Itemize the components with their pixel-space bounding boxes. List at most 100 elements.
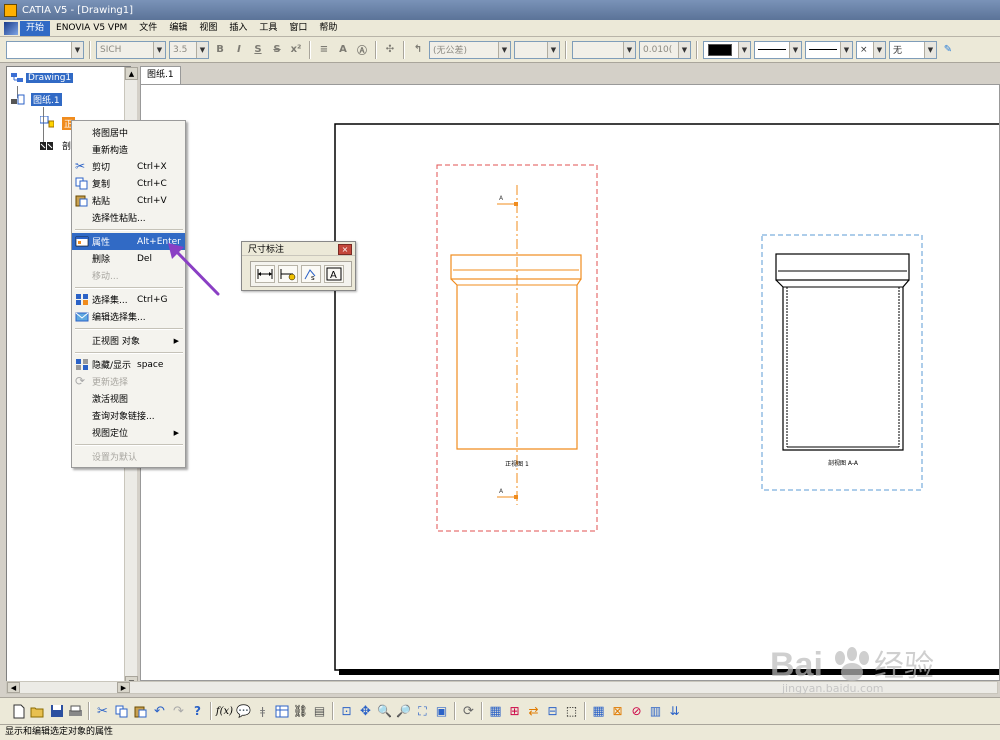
network-icon[interactable]: ⛓ [292, 703, 309, 720]
chevron-down-icon[interactable]: ▼ [738, 41, 750, 58]
catia-logo-icon[interactable] [4, 21, 18, 35]
annotation-button[interactable]: A [324, 265, 344, 283]
update-icon[interactable]: ⟳ [460, 703, 477, 720]
comment-icon[interactable]: 💬 [235, 703, 252, 720]
redo-icon[interactable]: ↷ [170, 703, 187, 720]
symbol-icon[interactable]: ✣ [382, 42, 398, 58]
paste-icon[interactable] [132, 703, 149, 720]
font-name-combo[interactable]: SICH ▼ [96, 40, 166, 59]
tree-node-front-view[interactable]: 正 [40, 113, 76, 130]
tree-node-sheet[interactable]: 图纸.1 [11, 93, 62, 106]
menu-item-center-graph[interactable]: 将图居中 [72, 124, 185, 141]
menu-item-activate-view[interactable]: 激活视图 [72, 390, 185, 407]
dimension-button[interactable] [255, 265, 275, 283]
scroll-left-icon[interactable]: ◀ [7, 682, 20, 693]
zoom-in-icon[interactable]: 🔍 [376, 703, 393, 720]
tools-palette-icon[interactable]: ▥ [647, 703, 664, 720]
section-view[interactable]: 剖视图 A-A [761, 234, 923, 491]
zoom-out-icon[interactable]: 🔎 [395, 703, 412, 720]
menu-item-view-positioning[interactable]: 视图定位 ▶ [72, 424, 185, 441]
menu-start[interactable]: 开始 [20, 20, 51, 36]
precision-combo[interactable]: 0.010(▼ [639, 40, 691, 59]
menu-item-hide-show[interactable]: 隐藏/显示 space [72, 356, 185, 373]
chevron-down-icon[interactable]: ▼ [873, 41, 885, 58]
superscript-icon[interactable]: x² [288, 42, 304, 58]
scroll-up-icon[interactable]: ▲ [125, 67, 138, 80]
numeric-format-combo[interactable]: ▼ [572, 40, 636, 59]
line-color-combo[interactable]: ▼ [703, 40, 751, 59]
dimension-tool-icon[interactable]: ↰ [410, 42, 426, 58]
menu-item-copy[interactable]: 复制 Ctrl+C [72, 175, 185, 192]
tolerance-value-combo[interactable]: ▼ [514, 40, 560, 59]
filter-icon[interactable]: ⇊ [666, 703, 683, 720]
view-normal-icon[interactable]: ▣ [433, 703, 450, 720]
bold-icon[interactable]: B [212, 42, 228, 58]
chevron-down-icon[interactable]: ▼ [498, 41, 510, 58]
text-frame-icon[interactable]: A [335, 42, 351, 58]
menu-window[interactable]: 窗口 [283, 21, 313, 36]
chevron-down-icon[interactable]: ▼ [789, 41, 801, 58]
close-icon[interactable]: × [338, 244, 352, 255]
underline-icon[interactable]: S [250, 42, 266, 58]
menu-insert[interactable]: 插入 [223, 21, 253, 36]
dimension-analysis-icon[interactable]: ⊞ [506, 703, 523, 720]
line-thickness-combo[interactable]: ▼ [754, 40, 802, 59]
strikethrough-icon[interactable]: S [269, 42, 285, 58]
chevron-down-icon[interactable]: ▼ [153, 41, 165, 58]
catalog-icon[interactable]: ▤ [311, 703, 328, 720]
menu-item-cut[interactable]: ✂ 剪切 Ctrl+X [72, 158, 185, 175]
chevron-down-icon[interactable]: ▼ [840, 41, 852, 58]
italic-icon[interactable]: I [231, 42, 247, 58]
tolerance-combo[interactable]: (无公差) ▼ [429, 40, 511, 59]
snap-grid-icon[interactable]: ▦ [590, 703, 607, 720]
menu-tools[interactable]: 工具 [253, 21, 283, 36]
analysis-display-icon[interactable]: ⊘ [628, 703, 645, 720]
undo-icon[interactable]: ↶ [151, 703, 168, 720]
menu-item-query-links[interactable]: 查询对象链接... [72, 407, 185, 424]
chevron-down-icon[interactable]: ▼ [71, 41, 83, 58]
drawing-canvas[interactable]: A A 正视图 1 剖视图 A-A [140, 84, 1000, 681]
menu-item-paste[interactable]: 粘贴 Ctrl+V [72, 192, 185, 209]
new-file-icon[interactable] [10, 703, 27, 720]
constraint-icon[interactable]: ⊠ [609, 703, 626, 720]
menu-edit[interactable]: 编辑 [163, 21, 193, 36]
chevron-down-icon[interactable]: ▼ [924, 41, 936, 58]
zoom-area-icon[interactable]: ⛶ [414, 703, 431, 720]
menu-enovia[interactable]: ENOVIA V5 VPM [50, 21, 133, 36]
line-type-combo[interactable]: ▼ [805, 40, 853, 59]
scroll-right-icon[interactable]: ▶ [117, 682, 130, 693]
menu-file[interactable]: 文件 [133, 21, 163, 36]
tree-node-drawing[interactable]: Drawing1 [10, 72, 74, 84]
layout-icon[interactable]: ⊟ [544, 703, 561, 720]
align-icon[interactable]: ≡ [316, 42, 332, 58]
swap-visualization-icon[interactable]: ⇄ [525, 703, 542, 720]
chevron-down-icon[interactable]: ▼ [623, 41, 635, 58]
menu-help[interactable]: 帮助 [313, 21, 343, 36]
menu-view[interactable]: 视图 [193, 21, 223, 36]
knowledge-icon[interactable]: ǂ [254, 703, 271, 720]
text-frame-box-icon[interactable]: Ⓐ [354, 42, 370, 58]
menu-item-paste-special[interactable]: 选择性粘贴... [72, 209, 185, 226]
dimension-edit-button[interactable] [278, 265, 298, 283]
open-folder-icon[interactable] [29, 703, 46, 720]
fit-all-icon[interactable]: ⊡ [338, 703, 355, 720]
save-icon[interactable] [48, 703, 65, 720]
copy-icon[interactable] [113, 703, 130, 720]
pan-icon[interactable]: ✥ [357, 703, 374, 720]
style-combo[interactable]: ▼ [6, 40, 84, 59]
front-view[interactable]: A A 正视图 1 [436, 164, 598, 532]
chevron-down-icon[interactable]: ▼ [196, 41, 208, 58]
tree-node-section-view[interactable]: 剖 [40, 139, 71, 152]
paint-brush-icon[interactable]: ✎ [940, 42, 956, 58]
view-frame-icon[interactable]: ⬚ [563, 703, 580, 720]
cut-icon[interactable]: ✂ [94, 703, 111, 720]
tab-sheet-1[interactable]: 图纸.1 [140, 66, 181, 84]
print-icon[interactable] [67, 703, 84, 720]
font-size-combo[interactable]: 3.5 ▼ [169, 40, 209, 59]
grid-icon[interactable]: ▦ [487, 703, 504, 720]
chevron-down-icon[interactable]: ▼ [678, 41, 690, 58]
formula-icon[interactable]: f(x) [216, 703, 233, 720]
dimension-tolerance-button[interactable]: s [301, 265, 321, 283]
table-icon[interactable] [273, 703, 290, 720]
menu-item-reframe[interactable]: 重新构造 [72, 141, 185, 158]
